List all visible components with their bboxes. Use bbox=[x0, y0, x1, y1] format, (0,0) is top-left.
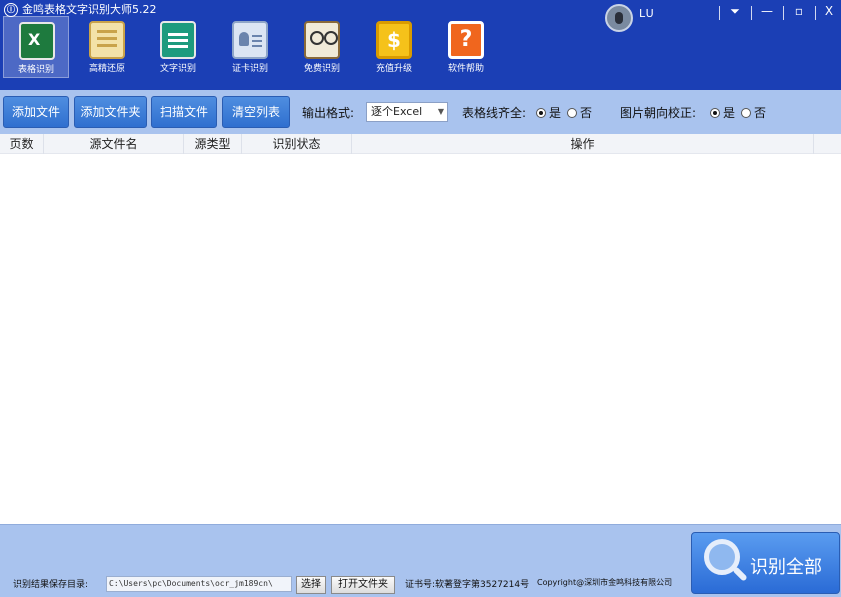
scan-file-button[interactable]: 扫描文件 bbox=[151, 96, 217, 128]
add-folder-button[interactable]: 添加文件夹 bbox=[74, 96, 147, 128]
menu-dropdown-icon[interactable]: ⏷ bbox=[720, 0, 750, 24]
tool-table-recognition[interactable]: 表格识别 bbox=[3, 16, 69, 78]
output-format-label: 输出格式: bbox=[302, 106, 355, 120]
orientation-no-radio[interactable] bbox=[741, 108, 751, 118]
text-doc-icon bbox=[160, 21, 196, 59]
certificate-text: 证书号:软著登字第3527214号 bbox=[405, 580, 530, 590]
output-format-value: 逐个Excel bbox=[371, 105, 423, 118]
minimize-icon[interactable]: — bbox=[752, 0, 782, 24]
tool-label: 充值升级 bbox=[375, 64, 412, 74]
gridline-yes-label: 是 bbox=[549, 106, 562, 120]
file-table-header: 页数 源文件名 源类型 识别状态 操作 bbox=[0, 134, 841, 154]
orientation-label: 图片朝向校正: bbox=[620, 106, 697, 120]
output-format-select[interactable]: 逐个Excel ▼ bbox=[366, 102, 448, 122]
window-title: 金鸣表格文字识别大师5.22 bbox=[22, 3, 157, 16]
tool-label: 证卡识别 bbox=[231, 64, 268, 74]
column-header-type[interactable]: 源类型 bbox=[184, 134, 242, 154]
coin-icon bbox=[376, 21, 412, 59]
maximize-icon[interactable]: ▫ bbox=[784, 0, 814, 24]
book-glasses-icon bbox=[304, 21, 340, 59]
app-logo-icon: Ⓘ bbox=[4, 3, 18, 17]
main-toolbar: 表格识别 高精还原 文字识别 证卡识别 免费识别 充值升级 软件帮助 bbox=[0, 16, 520, 80]
tool-label: 文字识别 bbox=[159, 64, 196, 74]
tool-recharge-upgrade[interactable]: 充值升级 bbox=[361, 16, 427, 78]
document-icon bbox=[89, 21, 125, 59]
tool-software-help[interactable]: 软件帮助 bbox=[433, 16, 499, 78]
excel-icon bbox=[19, 22, 55, 60]
tool-label: 表格识别 bbox=[17, 65, 54, 75]
recognize-all-label: 识别全部 bbox=[750, 557, 822, 578]
magnifier-handle bbox=[732, 566, 748, 582]
tool-label: 高精还原 bbox=[88, 64, 125, 74]
tool-high-fidelity[interactable]: 高精还原 bbox=[74, 16, 140, 78]
open-folder-button[interactable]: 打开文件夹 bbox=[331, 576, 395, 594]
tool-label: 免费识别 bbox=[303, 64, 340, 74]
title-bar: Ⓘ 金鸣表格文字识别大师5.22 表格识别 高精还原 文字识别 证卡识别 免费识… bbox=[0, 0, 841, 90]
id-card-icon bbox=[232, 21, 268, 59]
orientation-no-label: 否 bbox=[754, 106, 767, 120]
choose-dir-button[interactable]: 选择 bbox=[296, 576, 326, 594]
gridline-yes-radio[interactable] bbox=[536, 108, 546, 118]
close-icon[interactable]: X bbox=[814, 0, 841, 24]
column-header-pages[interactable]: 页数 bbox=[0, 134, 44, 154]
help-icon bbox=[448, 21, 484, 59]
gridline-label: 表格线齐全: bbox=[462, 106, 527, 120]
file-table-body[interactable] bbox=[0, 154, 841, 524]
column-header-filename[interactable]: 源文件名 bbox=[44, 134, 184, 154]
recognize-all-button[interactable]: 识别全部 bbox=[691, 532, 840, 594]
add-file-button[interactable]: 添加文件 bbox=[3, 96, 69, 128]
tool-free-recognition[interactable]: 免费识别 bbox=[289, 16, 355, 78]
copyright-text: Copyright@深圳市金鸣科技有限公司 bbox=[537, 578, 673, 587]
save-dir-label: 识别结果保存目录: bbox=[13, 580, 89, 590]
orientation-yes-radio[interactable] bbox=[710, 108, 720, 118]
orientation-yes-label: 是 bbox=[723, 106, 736, 120]
clear-list-button[interactable]: 清空列表 bbox=[222, 96, 290, 128]
avatar[interactable] bbox=[605, 4, 633, 32]
tool-label: 软件帮助 bbox=[447, 64, 484, 74]
save-dir-field[interactable]: C:\Users\pc\Documents\ocr_jm189cn\ bbox=[106, 576, 292, 592]
chevron-down-icon: ▼ bbox=[437, 107, 444, 116]
tool-id-card[interactable]: 证卡识别 bbox=[217, 16, 283, 78]
tool-text-recognition[interactable]: 文字识别 bbox=[145, 16, 211, 78]
column-header-action[interactable]: 操作 bbox=[352, 134, 814, 154]
username[interactable]: LU bbox=[639, 7, 655, 20]
gridline-no-radio[interactable] bbox=[567, 108, 577, 118]
column-header-status[interactable]: 识别状态 bbox=[242, 134, 352, 154]
gridline-no-label: 否 bbox=[580, 106, 593, 120]
